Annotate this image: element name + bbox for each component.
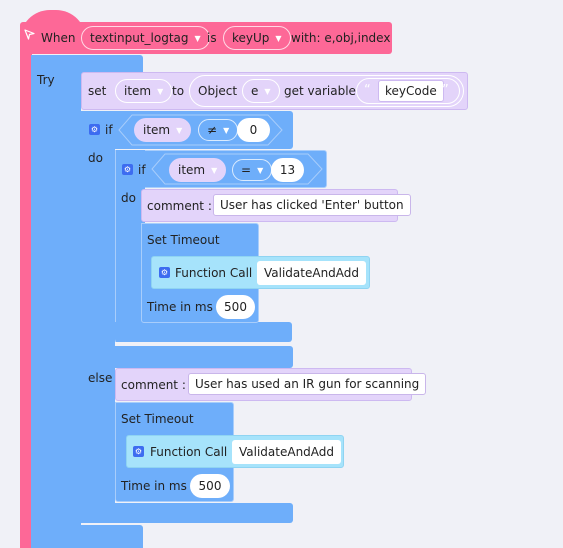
chevron-down-icon: ▼ xyxy=(275,34,282,43)
time-in-ms-label: Time in ms xyxy=(147,300,213,314)
inner-if-bottom xyxy=(115,322,292,342)
set-timeout-label: Set Timeout xyxy=(121,412,194,426)
comment-input[interactable]: User has clicked 'Enter' button xyxy=(213,194,411,216)
outer-if-else-bar xyxy=(81,346,293,368)
with-params-label: with: e,obj,index xyxy=(291,31,391,45)
try-bottom xyxy=(31,525,143,548)
function-name-input[interactable]: ValidateAndAdd xyxy=(232,440,342,464)
outer-if-spine xyxy=(81,111,115,523)
time-value-input[interactable]: 500 xyxy=(190,474,230,498)
operator-value: = xyxy=(241,163,252,177)
chevron-down-icon: ▼ xyxy=(264,87,271,96)
inner-right-value[interactable]: 13 xyxy=(271,158,304,182)
set-label: set xyxy=(88,84,107,98)
chevron-down-icon: ▼ xyxy=(176,126,183,135)
event-value: keyUp xyxy=(232,31,270,45)
outer-operator-dropdown[interactable]: ≠ ▼ xyxy=(198,119,239,141)
chevron-down-icon: ▼ xyxy=(211,166,218,175)
do-label: do xyxy=(88,151,103,165)
gear-icon[interactable]: ⚙ xyxy=(122,164,133,175)
chevron-down-icon: ▼ xyxy=(157,87,164,96)
inner-operator-dropdown[interactable]: = ▼ xyxy=(232,159,273,181)
variable-value: item xyxy=(124,84,152,98)
if-label: if xyxy=(138,163,146,177)
object-var-dropdown[interactable]: e ▼ xyxy=(242,79,280,103)
event-dropdown[interactable]: keyUp ▼ xyxy=(223,26,291,50)
set-timeout-label: Set Timeout xyxy=(147,233,220,247)
time-in-ms-label: Time in ms xyxy=(121,479,187,493)
gear-icon[interactable]: ⚙ xyxy=(89,124,100,135)
variable-dropdown[interactable]: item ▼ xyxy=(115,79,173,103)
try-label: Try xyxy=(37,73,55,87)
inner-left-variable[interactable]: item ▼ xyxy=(169,158,227,182)
outer-left-variable[interactable]: item ▼ xyxy=(134,118,192,142)
if-label: if xyxy=(105,123,113,137)
component-dropdown[interactable]: textinput_logtag ▼ xyxy=(81,26,210,50)
comment-label: comment : xyxy=(121,378,186,392)
operator-value: ≠ xyxy=(207,123,218,137)
else-label: else xyxy=(88,371,113,385)
time-value-input[interactable]: 500 xyxy=(216,295,255,319)
close-quote-icon: ” xyxy=(442,83,449,98)
left-value: item xyxy=(178,163,206,177)
when-label: When xyxy=(41,31,76,45)
cursor-arrow-icon xyxy=(24,29,35,45)
function-call-label: Function Call xyxy=(175,266,253,280)
object-var-value: e xyxy=(251,84,259,98)
open-quote-icon: “ xyxy=(364,83,371,98)
outer-right-value[interactable]: 0 xyxy=(237,118,270,142)
component-value: textinput_logtag xyxy=(90,31,189,45)
do-label: do xyxy=(121,191,136,205)
gear-icon[interactable]: ⚙ xyxy=(159,267,170,278)
try-block-spine xyxy=(31,55,81,548)
is-label: is xyxy=(207,31,217,45)
to-label: to xyxy=(172,84,185,98)
get-variable-label: get variable xyxy=(284,84,356,98)
chevron-down-icon: ▼ xyxy=(194,34,201,43)
chevron-down-icon: ▼ xyxy=(223,126,230,135)
function-call-label: Function Call xyxy=(150,445,228,459)
gear-icon[interactable]: ⚙ xyxy=(133,446,144,457)
comment-label: comment : xyxy=(147,199,212,213)
function-name-input[interactable]: ValidateAndAdd xyxy=(257,261,367,285)
outer-if-bottom xyxy=(81,503,293,523)
key-input[interactable]: keyCode xyxy=(378,80,444,102)
comment-input[interactable]: User has used an IR gun for scanning xyxy=(188,373,427,395)
left-value: item xyxy=(143,123,171,137)
chevron-down-icon: ▼ xyxy=(257,166,264,175)
object-label: Object xyxy=(198,84,238,98)
